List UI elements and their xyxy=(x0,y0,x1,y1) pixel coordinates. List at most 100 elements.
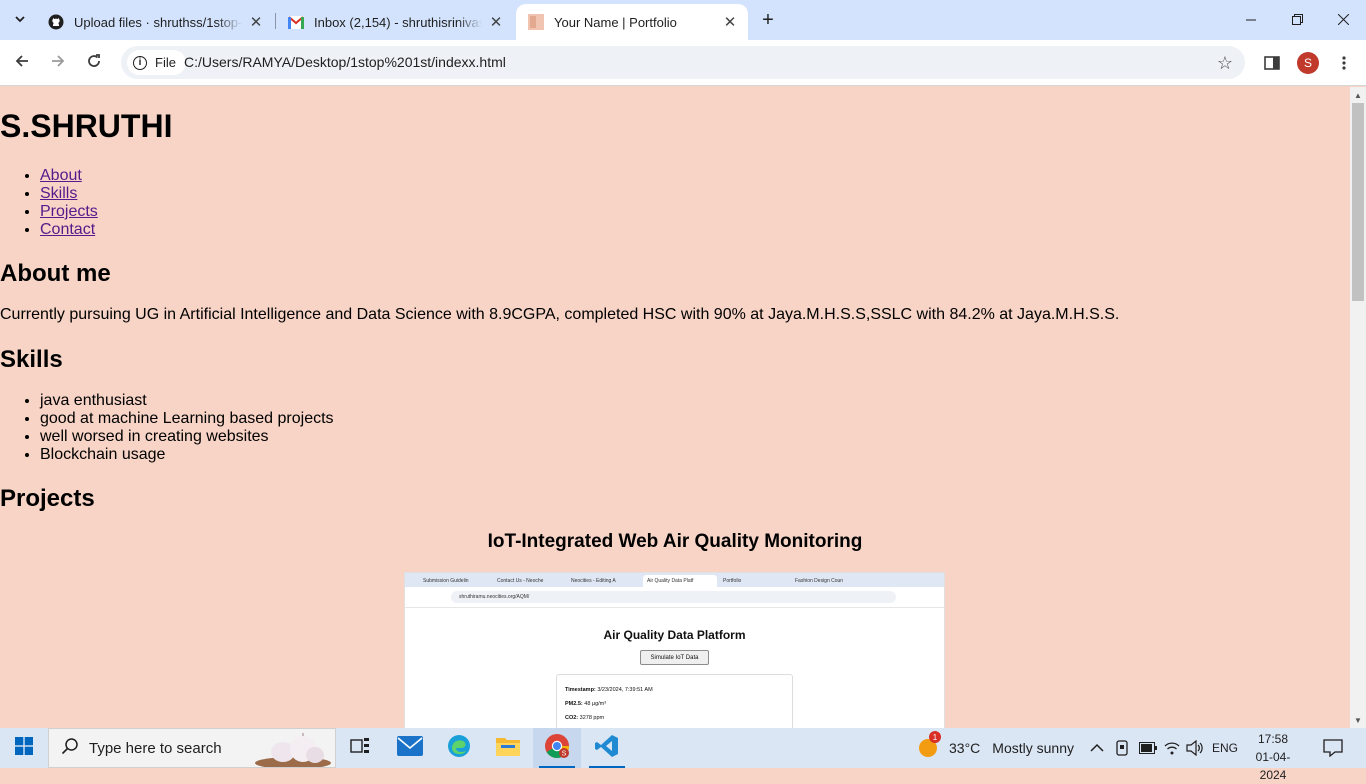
projects-heading: Projects xyxy=(0,485,95,512)
close-icon[interactable]: ✕ xyxy=(248,14,264,31)
screenshot-tab: Neocities - Editing A xyxy=(571,578,616,584)
weather-temp: 33°C xyxy=(949,740,981,756)
tab-github-upload[interactable]: Upload files · shruthss/1stop-interns ✕ xyxy=(36,4,274,40)
site-info-chip[interactable]: i File xyxy=(127,50,186,75)
screenshot-tab-strip: Submission Guidelin Contact Us - Neoche … xyxy=(405,573,944,587)
svg-text:S: S xyxy=(562,750,567,757)
scroll-down-icon[interactable]: ▼ xyxy=(1350,712,1366,728)
weather-desc: Mostly sunny xyxy=(992,740,1074,756)
notifications-icon[interactable] xyxy=(1323,728,1343,768)
back-button[interactable] xyxy=(8,49,36,77)
nav-link-skills[interactable]: Skills xyxy=(40,185,77,202)
task-view-button[interactable] xyxy=(336,728,384,768)
close-window-button[interactable] xyxy=(1320,0,1366,40)
browser-toolbar: i File C:/Users/RAMYA/Desktop/1stop%201s… xyxy=(0,40,1366,86)
screenshot-tab: Submission Guidelin xyxy=(423,578,469,584)
vertical-scrollbar[interactable]: ▲ ▼ xyxy=(1350,87,1366,728)
row-label: Timestamp: xyxy=(565,687,596,693)
weather-badge: 1 xyxy=(929,731,941,743)
taskbar-edge[interactable] xyxy=(435,728,483,768)
clock-date: 01-04-2024 xyxy=(1255,750,1291,782)
close-icon[interactable]: ✕ xyxy=(488,14,504,31)
weather-widget[interactable]: 1 33°C Mostly sunny xyxy=(917,728,1074,768)
screenshot-row: PM2.5: 48 µg/m³ xyxy=(565,701,606,707)
close-icon xyxy=(1337,12,1349,28)
nav-item: About xyxy=(40,167,98,185)
show-hidden-icons[interactable] xyxy=(1090,728,1104,768)
skill-item: Blockchain usage xyxy=(40,446,334,464)
taskbar-search[interactable]: Type here to search xyxy=(48,728,336,769)
screenshot-row: Timestamp: 3/23/2024, 7:39:51 AM xyxy=(565,687,653,693)
nav-item: Skills xyxy=(40,185,98,203)
taskbar-mail[interactable] xyxy=(386,728,434,768)
screenshot-heading: Air Quality Data Platform xyxy=(603,628,746,642)
skill-item: java enthusiast xyxy=(40,392,334,410)
project-screenshot: Submission Guidelin Contact Us - Neoche … xyxy=(405,573,944,728)
arrow-left-icon xyxy=(14,53,30,74)
scrollbar-thumb[interactable] xyxy=(1352,103,1364,301)
taskbar: Type here to search S 1 33°C Mostly sunn… xyxy=(0,728,1366,782)
profile-avatar[interactable]: S xyxy=(1297,52,1319,74)
task-view-icon xyxy=(350,737,370,760)
start-button[interactable] xyxy=(0,728,48,768)
about-text: Currently pursuing UG in Artificial Inte… xyxy=(0,306,1120,323)
search-icon xyxy=(61,737,79,760)
tab-gmail-inbox[interactable]: Inbox (2,154) - shruthisrinivasan ✕ xyxy=(276,4,514,40)
close-icon[interactable]: ✕ xyxy=(722,14,738,31)
restore-icon xyxy=(1291,12,1303,28)
minimize-button[interactable] xyxy=(1228,0,1274,40)
new-tab-button[interactable]: + xyxy=(756,8,780,32)
scroll-up-icon[interactable]: ▲ xyxy=(1350,87,1366,103)
restore-button[interactable] xyxy=(1274,0,1320,40)
gmail-icon xyxy=(288,14,304,30)
folder-icon xyxy=(496,736,520,761)
nav-link-projects[interactable]: Projects xyxy=(40,203,98,220)
tab-portfolio[interactable]: Your Name | Portfolio ✕ xyxy=(516,4,748,40)
windows-logo-icon xyxy=(15,736,33,760)
chevron-up-icon xyxy=(1090,740,1104,756)
more-menu-icon[interactable] xyxy=(1333,52,1355,74)
search-placeholder: Type here to search xyxy=(89,739,222,757)
tab-strip: Upload files · shruthss/1stop-interns ✕ … xyxy=(0,0,1366,40)
skills-heading: Skills xyxy=(0,346,63,373)
screenshot-simulate-button: Simulate IoT Data xyxy=(640,650,709,665)
input-language[interactable]: ENG xyxy=(1212,728,1238,768)
chevron-down-icon xyxy=(14,13,26,28)
tab-title: Upload files · shruthss/1stop-interns xyxy=(74,14,242,30)
taskbar-file-explorer[interactable] xyxy=(484,728,532,768)
wifi-icon[interactable] xyxy=(1164,728,1180,768)
battery-icon[interactable] xyxy=(1139,728,1157,768)
skill-item: good at machine Learning based projects xyxy=(40,410,334,428)
system-clock[interactable]: 17:58 01-04-2024 xyxy=(1243,730,1303,784)
forward-button[interactable] xyxy=(44,49,72,77)
mail-icon xyxy=(397,735,423,761)
nav-link-about[interactable]: About xyxy=(40,167,82,184)
edge-icon xyxy=(447,734,471,763)
skills-list: java enthusiast good at machine Learning… xyxy=(0,392,334,464)
url-text[interactable]: C:/Users/RAMYA/Desktop/1stop%201st/index… xyxy=(184,54,506,70)
tab-title: Your Name | Portfolio xyxy=(554,14,677,30)
page-viewport: S.SHRUTHI About Skills Projects Contact … xyxy=(0,87,1350,728)
page-thumbnail-icon xyxy=(528,14,544,30)
row-value: 48 µg/m³ xyxy=(584,701,607,707)
row-value: 3278 ppm xyxy=(579,715,605,721)
tab-title: Inbox (2,154) - shruthisrinivasan xyxy=(314,14,482,30)
taskbar-vscode[interactable] xyxy=(583,728,631,768)
screenshot-tab: Contact Us - Neoche xyxy=(497,578,544,584)
taskbar-chrome[interactable]: S xyxy=(533,728,581,768)
bookmark-star-icon[interactable]: ☆ xyxy=(1217,53,1233,74)
address-bar[interactable]: i File C:/Users/RAMYA/Desktop/1stop%201s… xyxy=(121,46,1245,79)
clock-time: 17:58 xyxy=(1257,732,1289,746)
about-heading: About me xyxy=(0,260,111,287)
screenshot-tab: Portfolio xyxy=(723,578,742,584)
volume-icon[interactable] xyxy=(1186,728,1204,768)
nav-item: Projects xyxy=(40,203,98,221)
skill-item: well worsed in creating websites xyxy=(40,428,334,446)
github-icon xyxy=(48,14,64,30)
nav-link-contact[interactable]: Contact xyxy=(40,221,95,238)
nav-item: Contact xyxy=(40,221,98,239)
reload-button[interactable] xyxy=(80,49,108,77)
side-panel-icon[interactable] xyxy=(1261,52,1283,74)
meet-now-icon[interactable] xyxy=(1115,728,1131,768)
tab-search-button[interactable] xyxy=(8,8,32,32)
